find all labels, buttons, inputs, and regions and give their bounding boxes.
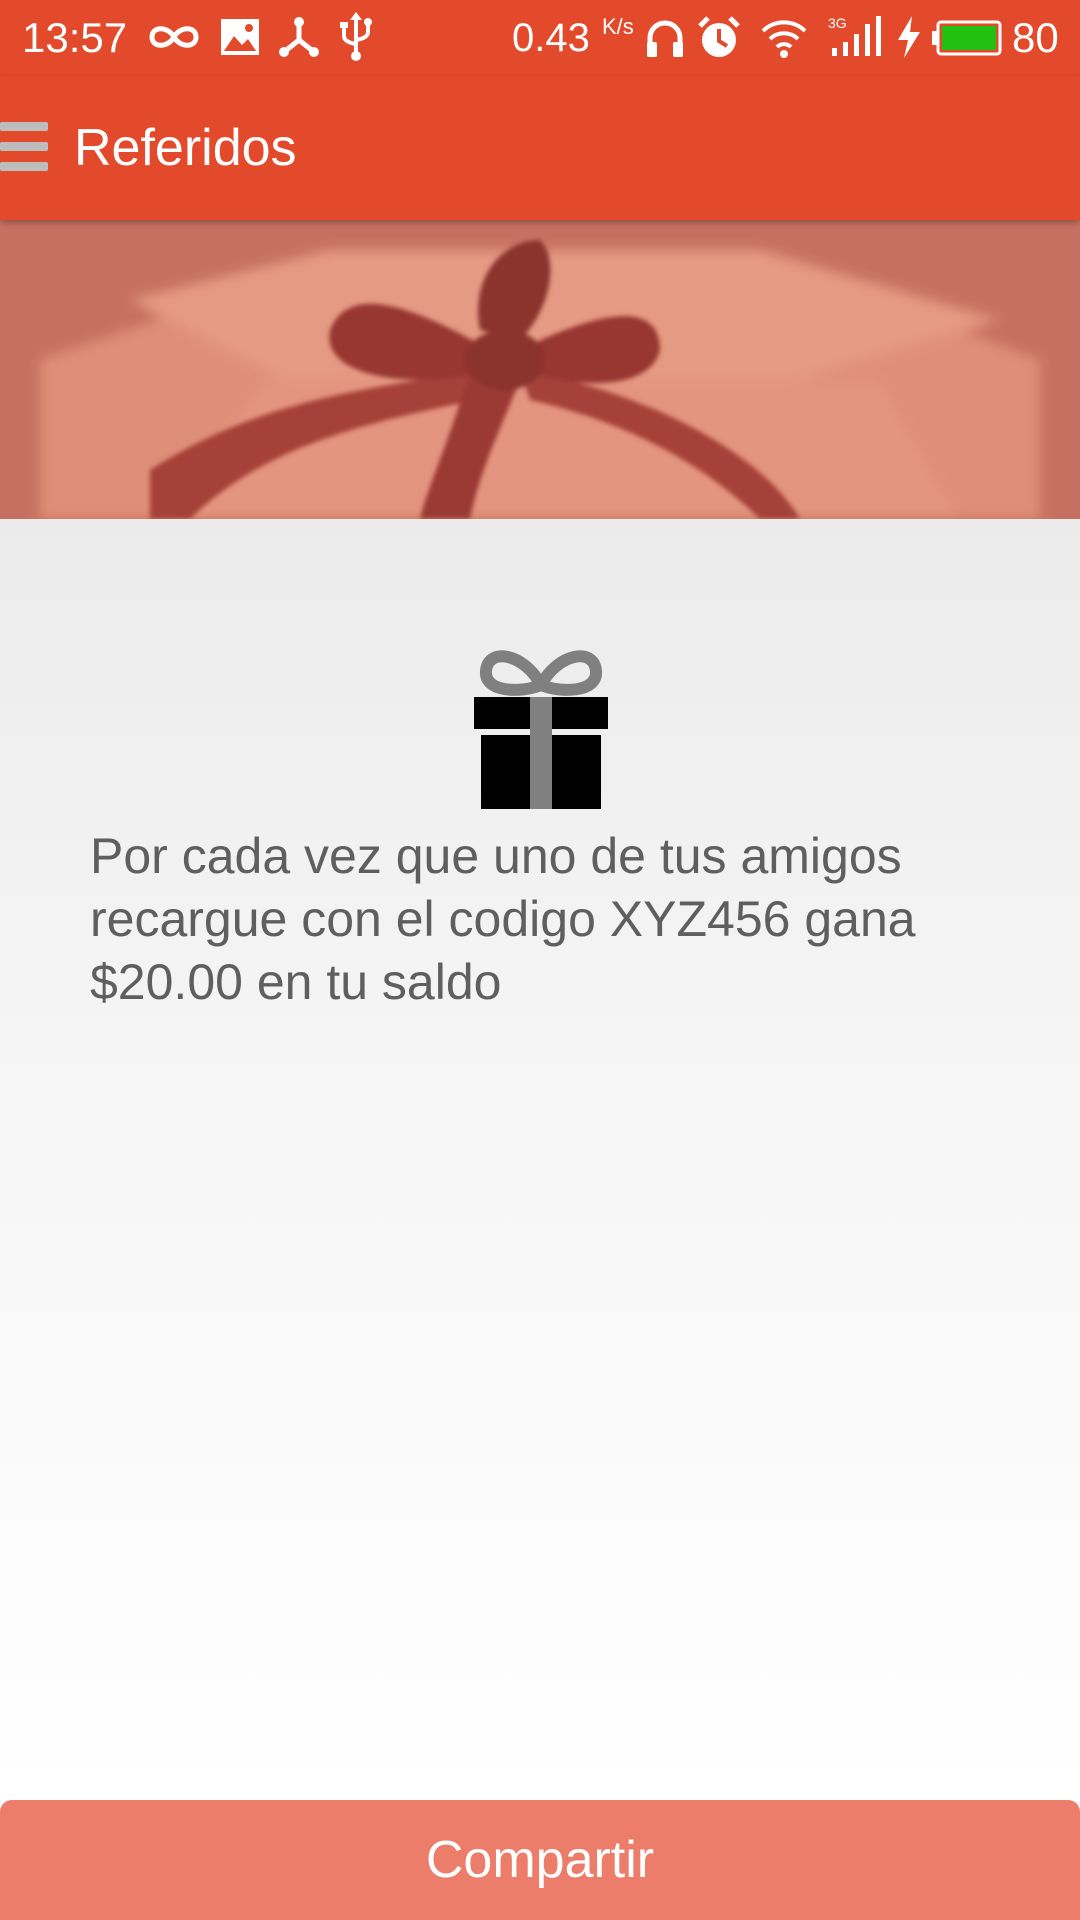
share-button[interactable]: Compartir	[0, 1800, 1080, 1920]
referral-content: Por cada vez que uno de tus amigos recar…	[0, 519, 1080, 1800]
battery-percent: 80	[1012, 14, 1059, 61]
signal-icon: 3G	[826, 14, 884, 63]
gift-icon	[474, 641, 608, 811]
gift-box-photo	[0, 220, 1080, 519]
referral-message: Por cada vez que uno de tus amigos recar…	[90, 828, 916, 1010]
app-toolbar: Referidos	[0, 76, 1080, 220]
headphones-icon	[645, 18, 685, 63]
page-title: Referidos	[74, 119, 297, 177]
image-icon	[220, 18, 260, 61]
wifi-icon	[760, 18, 808, 63]
infinity-icon	[148, 20, 200, 59]
network-speed-unit: K/s	[602, 14, 634, 39]
network-speed: 0.43	[512, 16, 590, 60]
battery-icon	[932, 20, 1002, 61]
usb-icon	[340, 12, 372, 67]
svg-text:3G: 3G	[828, 15, 847, 31]
hero-banner	[0, 220, 1080, 519]
alarm-icon	[698, 16, 740, 65]
status-bar: 13:57 0.43 K/s 3G 80	[0, 0, 1080, 76]
hamburger-menu-icon[interactable]	[0, 120, 50, 176]
charging-icon	[896, 16, 922, 63]
status-time: 13:57	[22, 14, 128, 61]
share-node-icon	[278, 16, 320, 63]
